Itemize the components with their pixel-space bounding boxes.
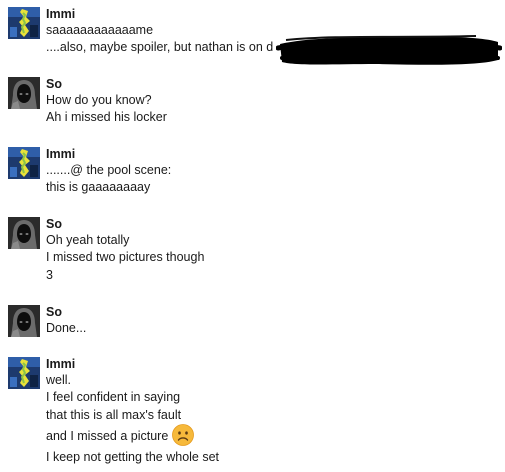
sender-name: Immi bbox=[46, 147, 76, 161]
sender-name: Immi bbox=[46, 357, 76, 371]
message-line: I keep not getting the whole set bbox=[46, 450, 220, 464]
message-content: So Oh yeah totally I missed two pictures… bbox=[46, 216, 505, 284]
so-avatar[interactable] bbox=[8, 305, 40, 337]
redaction-scribble bbox=[276, 35, 502, 65]
message-line: that this is all max's fault bbox=[46, 408, 182, 422]
message-content: So Done... bbox=[46, 304, 505, 336]
message-content: Immi well. I feel confident in saying th… bbox=[46, 356, 505, 466]
message-line: this is gaaaaaaaay bbox=[46, 180, 151, 194]
message-group: Immi well. I feel confident in saying th… bbox=[8, 356, 505, 472]
message-group: So Done... bbox=[8, 304, 505, 340]
message-line: I missed two pictures though bbox=[46, 250, 205, 264]
message-line: Oh yeah totally bbox=[46, 233, 130, 247]
sender-name: So bbox=[46, 77, 62, 91]
immi-avatar[interactable] bbox=[8, 7, 40, 39]
so-avatar[interactable] bbox=[8, 77, 40, 109]
message-content: Immi .......@ the pool scene: this is ga… bbox=[46, 146, 505, 196]
sad-face-icon bbox=[172, 423, 195, 446]
message-line: How do you know? bbox=[46, 93, 152, 107]
message-line: I feel confident in saying bbox=[46, 390, 181, 404]
so-avatar[interactable] bbox=[8, 217, 40, 249]
chat-log: Immi saaaaaaaaaaaame ....also, maybe spo… bbox=[0, 0, 505, 472]
immi-avatar[interactable] bbox=[8, 147, 40, 179]
immi-avatar[interactable] bbox=[8, 357, 40, 389]
message-content: So How do you know? Ah i missed his lock… bbox=[46, 76, 505, 126]
message-group: So How do you know? Ah i missed his lock… bbox=[8, 76, 505, 128]
message-line: 3 bbox=[46, 268, 53, 282]
message-line: well. bbox=[46, 373, 72, 387]
sender-name: Immi bbox=[46, 7, 76, 21]
message-line: Ah i missed his locker bbox=[46, 110, 167, 124]
message-line: Done... bbox=[46, 321, 87, 335]
sender-name: So bbox=[46, 217, 62, 231]
message-line: .......@ the pool scene: bbox=[46, 163, 172, 177]
message-group: So Oh yeah totally I missed two pictures… bbox=[8, 216, 505, 286]
sender-name: So bbox=[46, 305, 62, 319]
message-group: Immi .......@ the pool scene: this is ga… bbox=[8, 146, 505, 198]
message-line: and I missed a picture bbox=[46, 429, 169, 443]
message-line-with-emoji: and I missed a picture bbox=[46, 423, 505, 448]
